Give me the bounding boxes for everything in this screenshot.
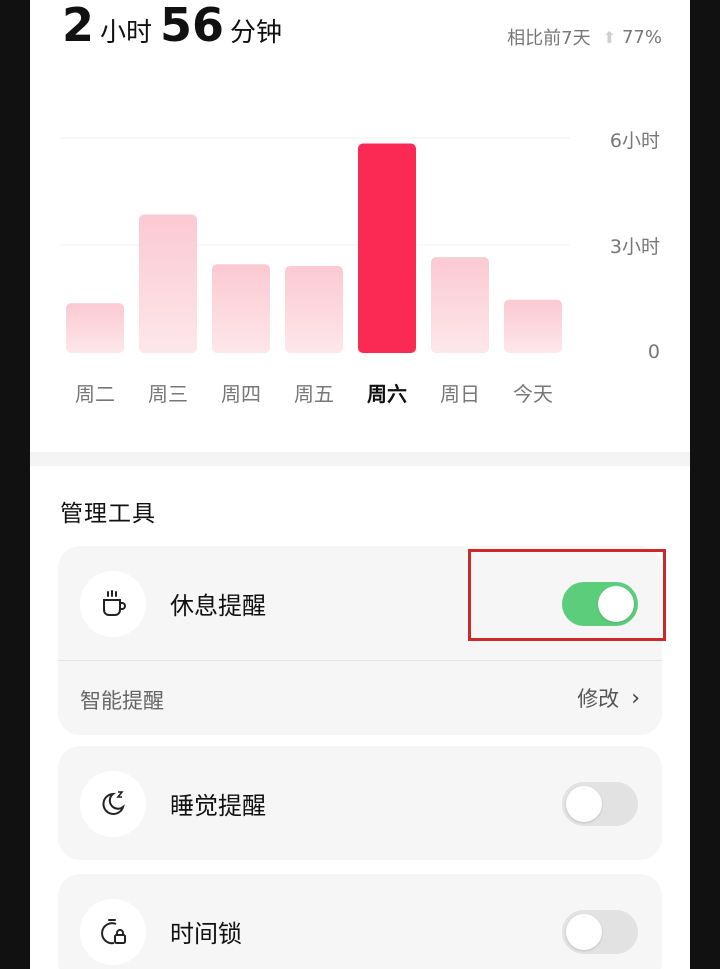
chart-bar-1[interactable] xyxy=(139,214,197,353)
chart-bar-5[interactable] xyxy=(431,257,489,353)
chart-bar-3[interactable] xyxy=(285,266,343,353)
toggle-knob xyxy=(566,786,602,822)
x-label-4: 周六 xyxy=(367,382,407,406)
rest-reminder-toggle[interactable] xyxy=(562,582,638,626)
minutes-value: 56 xyxy=(160,0,225,52)
x-label-3: 周五 xyxy=(294,382,334,406)
usage-summary: 2 小时 56 分钟 xyxy=(62,2,290,52)
time-lock-card: 时间锁 xyxy=(58,874,662,969)
chevron-right-icon: › xyxy=(631,685,640,711)
time-lock-label: 时间锁 xyxy=(170,920,242,948)
y-tick-6h: 6小时 xyxy=(609,130,660,152)
rest-reminder-card: 休息提醒 智能提醒 修改 › xyxy=(58,546,662,735)
modify-label: 修改 xyxy=(577,687,620,711)
compare-value: 77% xyxy=(621,26,662,48)
y-tick-3h: 3小时 xyxy=(609,236,660,258)
screen-time-page: 2 小时 56 分钟 相比前7天 ⬆ 77% 6小时 3小时 0 周二 周三 周四 周… xyxy=(30,0,690,969)
minutes-unit: 分钟 xyxy=(230,18,283,48)
section-title: 管理工具 xyxy=(60,501,156,527)
timer-lock-icon xyxy=(80,899,146,965)
y-tick-0: 0 xyxy=(647,341,660,363)
sleep-reminder-card: 睡觉提醒 xyxy=(58,746,662,860)
chart-bar-6[interactable] xyxy=(504,299,562,353)
chart-bar-4[interactable] xyxy=(358,143,416,353)
x-label-5: 周日 xyxy=(440,382,480,406)
chart-bar-0[interactable] xyxy=(66,303,124,353)
x-label-6: 今天 xyxy=(513,382,553,406)
modify-link[interactable]: 修改 › xyxy=(577,683,640,713)
toggle-knob xyxy=(598,586,634,622)
toggle-knob xyxy=(566,914,602,950)
x-label-0: 周二 xyxy=(75,382,115,406)
hours-value: 2 xyxy=(62,0,95,52)
smart-reminder-label: 智能提醒 xyxy=(80,689,164,713)
smart-reminder-row[interactable]: 智能提醒 修改 › xyxy=(58,660,662,735)
x-label-2: 周四 xyxy=(221,382,261,406)
moon-icon xyxy=(80,771,146,837)
cup-icon xyxy=(80,571,146,637)
time-lock-row: 时间锁 xyxy=(58,874,662,969)
time-lock-toggle[interactable] xyxy=(562,910,638,954)
sleep-reminder-label: 睡觉提醒 xyxy=(170,792,266,820)
rest-reminder-label: 休息提醒 xyxy=(170,592,266,620)
hours-unit: 小时 xyxy=(100,18,153,48)
chart-bar-2[interactable] xyxy=(212,264,270,353)
sleep-reminder-toggle[interactable] xyxy=(562,782,638,826)
compare-stat: 相比前7天 ⬆ 77% xyxy=(507,24,662,50)
usage-chart: 6小时 3小时 0 周二 周三 周四 周五 周六 周日 今天 xyxy=(30,110,690,430)
x-label-1: 周三 xyxy=(148,382,188,406)
compare-label: 相比前7天 xyxy=(507,28,591,49)
section-separator xyxy=(30,452,690,466)
sleep-reminder-row: 睡觉提醒 xyxy=(58,746,662,860)
arrow-up-icon: ⬆ xyxy=(602,27,616,47)
rest-reminder-row: 休息提醒 xyxy=(58,546,662,660)
